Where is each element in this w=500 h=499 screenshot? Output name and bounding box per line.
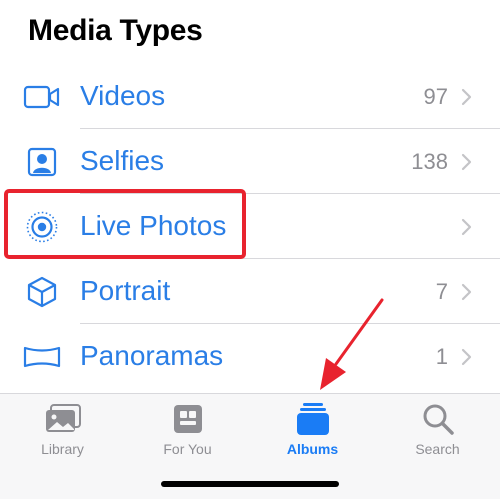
item-count: 138 [411, 149, 448, 174]
search-icon [418, 402, 458, 436]
tab-label: Search [415, 441, 460, 457]
item-count: 7 [435, 279, 448, 304]
selfie-portrait-icon [22, 145, 62, 179]
video-camera-icon [22, 80, 62, 114]
albums-stack-icon [293, 402, 333, 436]
tab-albums[interactable]: Albums [250, 394, 375, 464]
section-title: Media Types [28, 14, 203, 47]
portrait-cube-icon [22, 275, 62, 309]
panorama-icon [22, 340, 62, 374]
tab-search[interactable]: Search [375, 394, 500, 464]
tab-for-you[interactable]: For You [125, 394, 250, 464]
tab-label: For You [163, 441, 212, 457]
tab-label: Library [41, 441, 84, 457]
list-item-videos[interactable]: Videos 97 [0, 64, 500, 129]
chevron-right-icon [460, 346, 474, 368]
tab-library[interactable]: Library [0, 394, 125, 464]
library-photos-icon [43, 402, 83, 436]
for-you-icon [168, 402, 208, 436]
item-count: 97 [423, 84, 448, 109]
list-item-portrait[interactable]: Portrait 7 [0, 259, 500, 324]
chevron-right-icon [460, 151, 474, 173]
list-item-label: Videos [80, 80, 166, 111]
list-item-label: Panoramas [80, 340, 224, 371]
highlight-box [4, 189, 246, 259]
photos-albums-screen: Media Types Videos 97 Selfies 138 Live P… [0, 0, 500, 499]
list-item-selfies[interactable]: Selfies 138 [0, 129, 500, 194]
chevron-right-icon [460, 86, 474, 108]
list-item-label: Selfies [80, 145, 165, 176]
item-count: 1 [435, 344, 448, 369]
chevron-right-icon [460, 216, 474, 238]
home-indicator [161, 481, 339, 487]
list-item-panoramas[interactable]: Panoramas 1 [0, 324, 500, 389]
chevron-right-icon [460, 281, 474, 303]
annotation-arrow-icon [300, 296, 390, 396]
list-item-label: Portrait [80, 275, 171, 306]
tab-label: Albums [286, 441, 339, 457]
